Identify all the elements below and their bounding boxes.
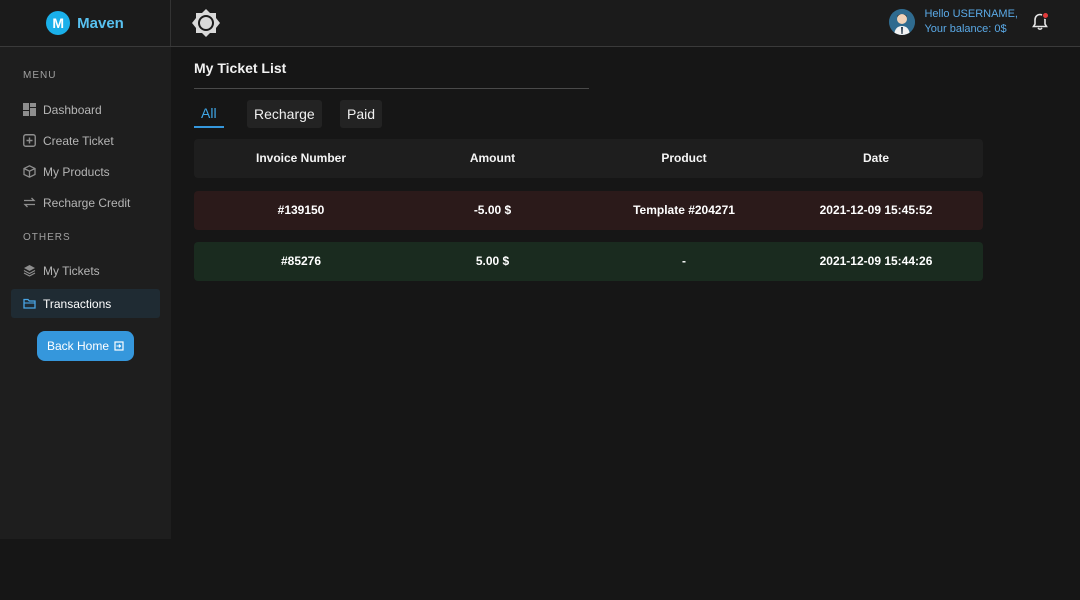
box-icon xyxy=(23,165,36,178)
sign-in-icon xyxy=(114,341,124,351)
back-home-button[interactable]: Back Home xyxy=(37,331,134,361)
sidebar-item-label: Dashboard xyxy=(43,102,102,117)
exchange-icon xyxy=(23,197,36,208)
column-header-amount: Amount xyxy=(469,151,516,165)
others-section-title: OTHERS xyxy=(23,232,71,243)
product-cell: - xyxy=(682,254,686,268)
invoice-cell: #139150 xyxy=(277,203,325,217)
sidebar-item-label: Recharge Credit xyxy=(43,195,131,210)
page-title: My Ticket List xyxy=(194,60,287,76)
title-divider xyxy=(194,88,589,89)
theme-toggle-sun-icon[interactable] xyxy=(190,8,222,38)
amount-cell: 5.00 $ xyxy=(475,254,510,268)
brand-logo-icon: M xyxy=(46,11,71,35)
tab-recharge[interactable]: Recharge xyxy=(247,100,322,128)
user-menu[interactable]: Hello USERNAME, Your balance: 0$ xyxy=(889,7,1018,37)
brand-name: Maven xyxy=(77,14,124,32)
top-bar: M Maven Hello USERNAME, Your balance: 0$ xyxy=(0,0,1080,47)
sidebar-item-my-products[interactable]: My Products xyxy=(11,157,160,186)
sidebar-item-transactions[interactable]: Transactions xyxy=(11,289,160,318)
date-cell: 2021-12-09 15:45:52 xyxy=(819,203,933,217)
sidebar-item-my-tickets[interactable]: My Tickets xyxy=(11,256,160,285)
menu-section-title: MENU xyxy=(23,70,57,81)
dashboard-icon xyxy=(23,103,36,116)
back-home-label: Back Home xyxy=(46,339,110,353)
sidebar: MENU Dashboard Create Ticket My Products… xyxy=(0,47,171,539)
date-cell: 2021-12-09 15:44:26 xyxy=(819,254,933,268)
table-row[interactable]: #85276 5.00 $ - 2021-12-09 15:44:26 xyxy=(194,242,983,281)
layers-icon xyxy=(23,265,36,277)
table-row[interactable]: #139150 -5.00 $ Template #204271 2021-12… xyxy=(194,191,983,230)
brand-logo-link[interactable]: M Maven xyxy=(0,0,171,46)
sidebar-item-label: My Products xyxy=(43,164,110,179)
notification-bell-icon[interactable] xyxy=(1030,12,1050,32)
sidebar-item-label: Transactions xyxy=(43,296,112,311)
tab-all[interactable]: All xyxy=(194,100,224,128)
column-header-date: Date xyxy=(862,151,889,165)
column-header-product: Product xyxy=(661,151,707,165)
table-header: Invoice Number Amount Product Date xyxy=(194,139,983,178)
plus-square-icon xyxy=(23,134,36,147)
notification-dot xyxy=(1042,12,1049,19)
sidebar-item-label: My Tickets xyxy=(43,263,100,278)
user-balance: Your balance: 0$ xyxy=(924,23,1007,35)
user-greeting: Hello USERNAME, xyxy=(924,8,1018,20)
folder-icon xyxy=(23,298,36,309)
tab-paid[interactable]: Paid xyxy=(340,100,383,128)
sidebar-item-label: Create Ticket xyxy=(43,133,114,148)
sidebar-item-recharge-credit[interactable]: Recharge Credit xyxy=(11,188,160,217)
sidebar-item-create-ticket[interactable]: Create Ticket xyxy=(11,126,160,155)
invoice-cell: #85276 xyxy=(280,254,322,268)
product-cell: Template #204271 xyxy=(633,203,735,217)
user-avatar xyxy=(889,9,916,35)
sidebar-item-dashboard[interactable]: Dashboard xyxy=(11,95,160,124)
column-header-invoice: Invoice Number xyxy=(255,151,347,165)
amount-cell: -5.00 $ xyxy=(473,203,512,217)
